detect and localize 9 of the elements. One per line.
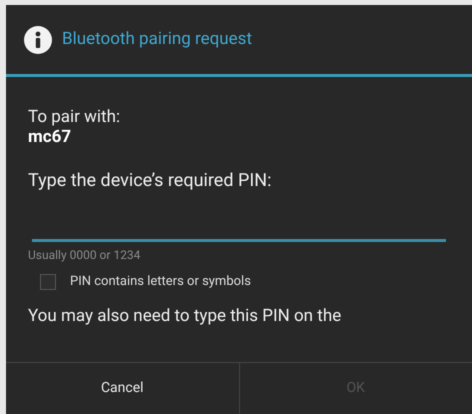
pair-label: To pair with:: [28, 107, 122, 127]
pin-hint: Usually 0000 or 1234: [28, 247, 142, 264]
checkbox-label: PIN contains letters or symbols: [70, 273, 251, 291]
device-name: mc67: [28, 127, 72, 147]
checkbox[interactable]: [40, 274, 56, 290]
pin-prompt: Type the device’s required PIN:: [28, 169, 272, 193]
pin-note: You may also need to type this PIN on the: [28, 306, 342, 326]
info-icon: [24, 26, 52, 54]
dialog-title: Bluetooth pairing request: [62, 28, 252, 51]
